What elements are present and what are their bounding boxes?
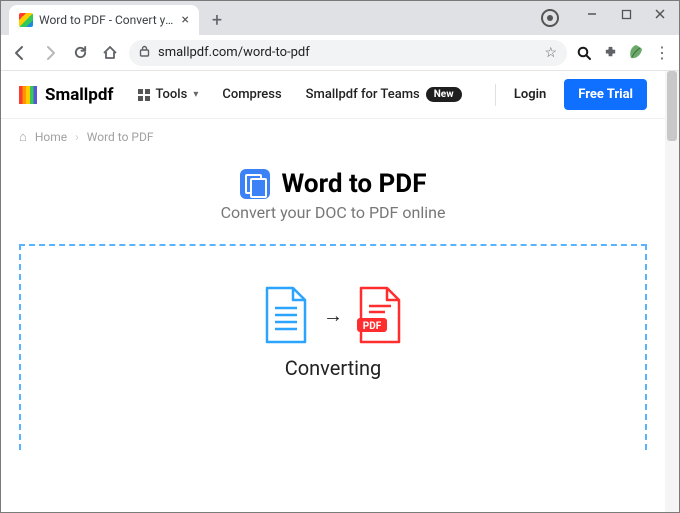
home-icon[interactable]: ⌂ <box>19 129 27 145</box>
breadcrumb-current: Word to PDF <box>87 130 154 144</box>
close-tab-icon[interactable]: × <box>182 13 189 27</box>
extension-leaf-icon[interactable] <box>627 44 645 62</box>
breadcrumb-separator-icon: › <box>75 130 79 144</box>
status-text: Converting <box>285 356 382 380</box>
extensions-icon[interactable] <box>601 44 619 62</box>
forward-button[interactable] <box>39 42 61 64</box>
tab-title: Word to PDF - Convert your DOC <box>39 13 176 27</box>
minimize-button[interactable] <box>575 3 609 25</box>
nav-compress[interactable]: Compress <box>222 87 281 102</box>
address-bar[interactable]: smallpdf.com/word-to-pdf ☆ <box>129 40 567 66</box>
free-trial-button[interactable]: Free Trial <box>564 79 647 110</box>
grid-icon <box>138 89 150 101</box>
doc-file-icon <box>263 286 309 344</box>
page: Smallpdf Tools ▾ Compress Smallpdf for T… <box>1 71 665 512</box>
viewport: Smallpdf Tools ▾ Compress Smallpdf for T… <box>1 71 679 512</box>
browser-window: Word to PDF - Convert your DOC × + <box>0 0 680 513</box>
hero: Word to PDF Convert your DOC to PDF onli… <box>1 155 665 222</box>
scrollbar-thumb[interactable] <box>667 71 677 141</box>
nav-tools-label: Tools <box>156 87 188 102</box>
bookmark-star-icon[interactable]: ☆ <box>544 45 557 61</box>
profile-indicator-icon[interactable] <box>541 9 559 27</box>
page-subtitle: Convert your DOC to PDF online <box>1 203 665 222</box>
reload-button[interactable] <box>69 42 91 64</box>
breadcrumb-home[interactable]: Home <box>35 130 67 144</box>
login-link[interactable]: Login <box>514 87 546 102</box>
back-button[interactable] <box>9 42 31 64</box>
new-badge: New <box>426 87 462 102</box>
browser-toolbar: smallpdf.com/word-to-pdf ☆ ⋮ <box>1 35 679 71</box>
tab-strip: Word to PDF - Convert your DOC × + <box>1 1 679 35</box>
maximize-button[interactable] <box>609 3 643 25</box>
nav-compress-label: Compress <box>222 87 281 102</box>
brand-logo[interactable]: Smallpdf <box>19 85 114 105</box>
close-window-button[interactable] <box>643 3 677 25</box>
page-title: Word to PDF <box>1 169 665 199</box>
vertical-scrollbar[interactable] <box>665 71 679 512</box>
url-text: smallpdf.com/word-to-pdf <box>158 45 310 60</box>
nav-teams[interactable]: Smallpdf for Teams New <box>306 87 462 102</box>
chevron-down-icon: ▾ <box>193 89 198 100</box>
kebab-menu-icon[interactable]: ⋮ <box>653 44 671 62</box>
browser-tab[interactable]: Word to PDF - Convert your DOC × <box>9 5 199 35</box>
favicon-icon <box>19 13 33 27</box>
arrow-right-icon: → <box>323 303 343 328</box>
divider <box>495 84 496 106</box>
word-to-pdf-icon <box>240 169 270 199</box>
nav-tools[interactable]: Tools ▾ <box>138 87 199 102</box>
conversion-graphic: → PDF <box>263 286 403 344</box>
lock-icon <box>139 45 150 60</box>
nav-teams-label: Smallpdf for Teams <box>306 87 420 102</box>
new-tab-button[interactable]: + <box>205 8 229 32</box>
brand-mark-icon <box>19 86 37 104</box>
breadcrumb: ⌂ Home › Word to PDF <box>1 119 665 155</box>
brand-name: Smallpdf <box>45 85 114 105</box>
site-header: Smallpdf Tools ▾ Compress Smallpdf for T… <box>1 71 665 119</box>
search-icon[interactable] <box>575 44 593 62</box>
home-button[interactable] <box>99 42 121 64</box>
pdf-file-icon: PDF <box>357 286 403 344</box>
svg-text:PDF: PDF <box>363 321 382 332</box>
window-controls <box>575 3 677 25</box>
convert-area: → PDF Converting <box>19 244 647 450</box>
